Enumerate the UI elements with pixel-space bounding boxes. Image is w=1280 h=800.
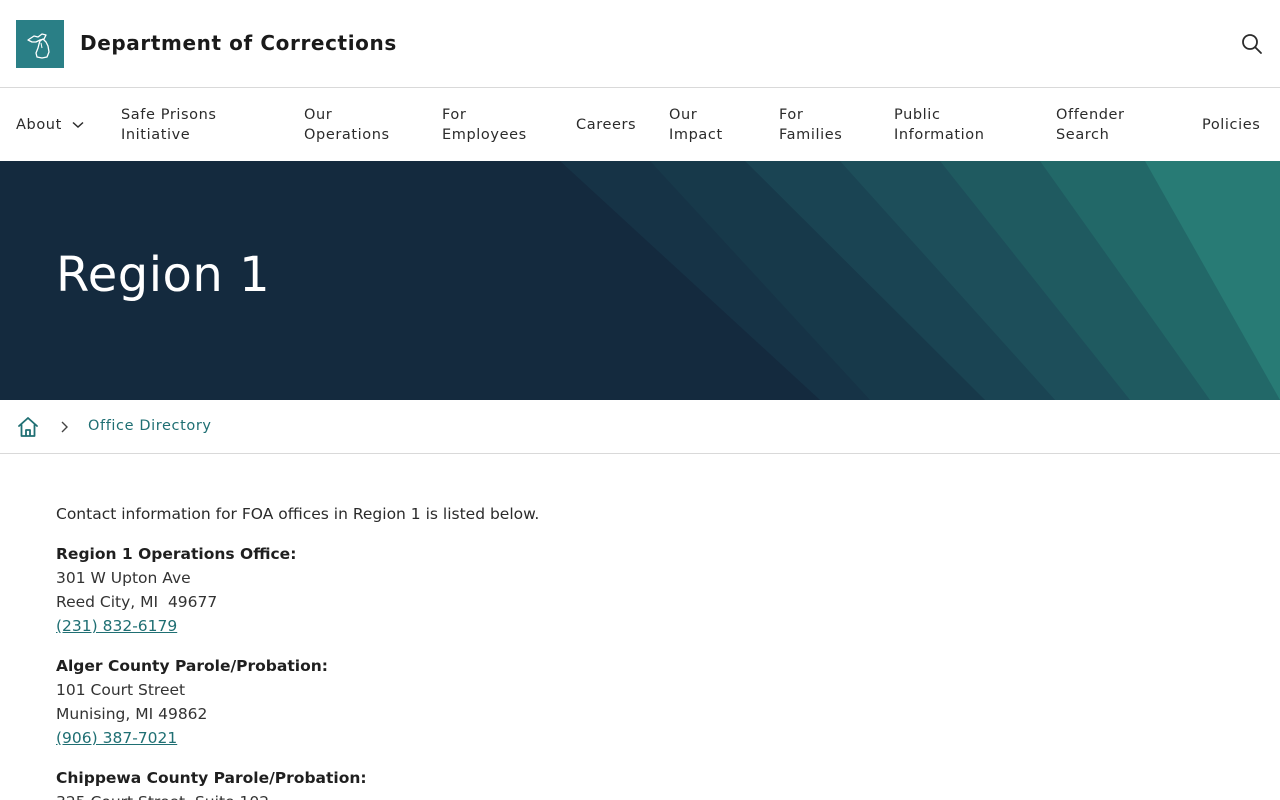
michigan-state-icon [27,33,50,59]
office-name: Chippewa County Parole/Probation: [56,769,367,787]
office-address-line1: 301 W Upton Ave [56,569,191,587]
office-address-line2: Munising, MI 49862 [56,705,208,723]
office-entry: Chippewa County Parole/Probation: 325 Co… [56,766,1156,800]
main-nav: About Safe Prisons Initiative Our Operat… [0,89,1280,161]
search-button[interactable] [1238,30,1266,58]
nav-item-label: Public Information [894,107,985,143]
office-address-line1: 101 Court Street [56,681,186,699]
site-header: Department of Corrections [0,0,1280,88]
nav-item-label: Policies [1202,117,1261,133]
page-title: Region 1 [56,247,271,303]
office-phone-link[interactable]: (231) 832-6179 [56,617,177,635]
office-name: Region 1 Operations Office: [56,545,297,563]
nav-item-label: Offender Search [1056,107,1125,143]
nav-item-label: Our Operations [304,107,390,143]
office-name: Alger County Parole/Probation: [56,657,328,675]
office-entry: Alger County Parole/Probation: 101 Court… [56,654,1156,750]
chevron-down-icon [72,121,84,129]
chevron-right-icon [61,421,68,433]
site-title[interactable]: Department of Corrections [80,31,397,55]
hero-banner: Region 1 [0,161,1280,400]
nav-item-careers[interactable]: Careers [576,89,636,161]
nav-item-about[interactable]: About [16,89,84,161]
nav-item-label: For Employees [442,107,527,143]
office-address-line2: Reed City, MI 49677 [56,593,218,611]
office-entry: Region 1 Operations Office: 301 W Upton … [56,542,1156,638]
breadcrumb-office-directory[interactable]: Office Directory [88,418,212,434]
office-phone-link[interactable]: (906) 387-7021 [56,729,177,747]
nav-item-our-impact[interactable]: Our Impact [669,89,723,161]
main-content: Contact information for FOA offices in R… [56,502,1156,800]
nav-item-label: About [16,117,62,133]
nav-item-label: Our Impact [669,107,723,143]
nav-item-for-employees[interactable]: For Employees [442,89,527,161]
nav-item-label: Safe Prisons Initiative [121,107,217,143]
office-address-line1: 325 Court Street, Suite 102 [56,790,1156,800]
nav-item-label: For Families [779,107,843,143]
nav-item-our-operations[interactable]: Our Operations [304,89,390,161]
home-icon[interactable] [16,415,40,439]
nav-item-for-families[interactable]: For Families [779,89,842,161]
nav-item-policies[interactable]: Policies [1202,89,1260,161]
intro-text: Contact information for FOA offices in R… [56,505,540,523]
search-icon [1242,34,1262,54]
site-logo[interactable] [16,20,64,68]
nav-item-offender-search[interactable]: Offender Search [1056,89,1125,161]
nav-item-public-information[interactable]: Public Information [894,89,985,161]
breadcrumb: Office Directory [0,400,1280,454]
nav-item-label: Careers [576,117,637,133]
nav-item-safe-prisons-initiative[interactable]: Safe Prisons Initiative [121,89,217,161]
